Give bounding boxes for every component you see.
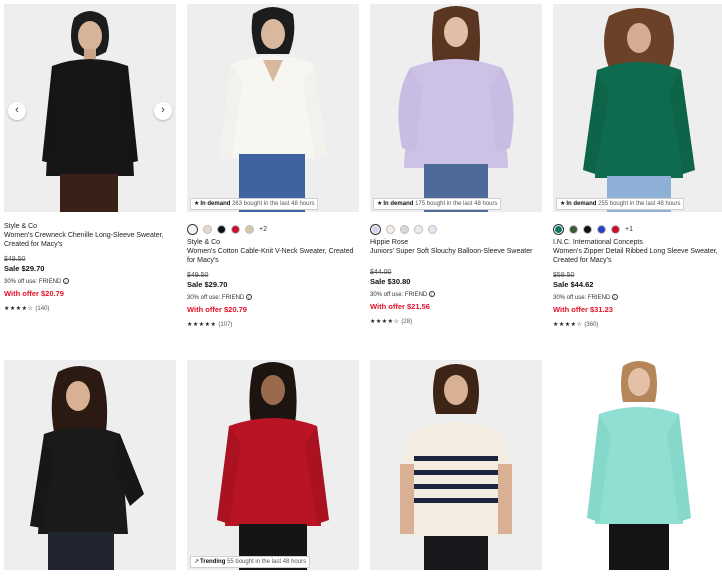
product-image[interactable]	[370, 360, 542, 570]
color-swatch[interactable]	[231, 224, 240, 234]
product-image[interactable]	[4, 360, 176, 570]
model-photo	[400, 364, 512, 570]
offer-price: With offer $20.79	[187, 305, 247, 314]
promo-text: 30% off use: FRIEND	[187, 295, 245, 301]
model-photo	[587, 361, 691, 570]
product-image[interactable]: ★In demand 255 bought in the last 48 hou…	[553, 4, 722, 212]
model-photo	[217, 362, 329, 570]
demand-icon: ★	[377, 201, 383, 207]
product-image[interactable]	[553, 360, 722, 570]
sale-price: Sale $29.70	[187, 280, 228, 289]
offer-price: With offer $20.79	[4, 289, 64, 298]
product-image[interactable]: ★In demand 263 bought in the last 48 hou…	[187, 4, 359, 212]
sale-price: Sale $30.80	[370, 277, 411, 286]
original-price: $49.50	[4, 256, 26, 263]
color-swatches	[370, 223, 437, 235]
product-name[interactable]: Women's Crewneck Chenille Long-Sleeve Sw…	[4, 231, 176, 249]
color-swatches: +2	[187, 223, 267, 235]
color-swatch[interactable]	[187, 223, 198, 235]
info-icon[interactable]: i	[245, 294, 252, 300]
review-count: (28)	[401, 319, 413, 325]
product-name[interactable]: Women's Zipper Detail Ribbed Long Sleeve…	[553, 247, 722, 265]
demand-icon: ★	[194, 201, 200, 207]
original-price: $44.00	[370, 269, 392, 276]
demand-badge: ★In demand 263 bought in the last 48 hou…	[190, 198, 319, 210]
product-brand[interactable]: Hippie Rose	[370, 238, 542, 247]
demand-badge: ★In demand 255 bought in the last 48 hou…	[556, 198, 685, 210]
color-swatch[interactable]	[611, 224, 620, 234]
original-price: $49.50	[187, 272, 209, 279]
review-count: (140)	[35, 306, 50, 312]
color-swatch[interactable]	[553, 223, 564, 235]
product-name[interactable]: Women's Cotton Cable-Knit V-Neck Sweater…	[187, 247, 359, 265]
color-swatch[interactable]	[569, 224, 578, 234]
product-image[interactable]: ★In demand 175 bought in the last 48 hou…	[370, 4, 542, 212]
model-photo	[30, 366, 144, 570]
color-swatch[interactable]	[428, 224, 437, 234]
offer-price: With offer $21.56	[370, 302, 430, 311]
info-icon[interactable]: i	[611, 294, 618, 300]
model-photo	[583, 8, 695, 212]
product-brand[interactable]: Style & Co	[4, 222, 176, 231]
demand-icon: ★	[560, 201, 566, 207]
model-photo	[398, 6, 514, 212]
product-image[interactable]: ↗Trending 55 bought in the last 48 hours	[187, 360, 359, 570]
color-swatches: +1	[553, 223, 633, 235]
model-photo	[219, 7, 327, 212]
product-brand[interactable]: I.N.C. International Concepts	[553, 238, 722, 247]
color-swatch[interactable]	[370, 223, 381, 235]
trending-icon: ↗	[194, 559, 200, 565]
color-swatch[interactable]	[414, 224, 423, 234]
rating[interactable]: ★★★★★ (107)	[187, 320, 359, 330]
promo-code: 30% off use: FRIEND i	[187, 294, 359, 303]
sale-price: Sale $44.62	[553, 280, 594, 289]
color-swatch[interactable]	[245, 224, 254, 234]
offer-price: With offer $31.23	[553, 305, 613, 314]
product-brand[interactable]: Style & Co	[187, 238, 359, 247]
original-price: $59.50	[553, 272, 575, 279]
prev-image-button[interactable]: ‹	[8, 102, 26, 120]
star-rating-icon: ★★★★★	[187, 321, 217, 328]
promo-text: 30% off use: FRIEND	[370, 292, 428, 298]
more-colors-link[interactable]: +2	[259, 226, 267, 233]
sale-price: Sale $29.70	[4, 264, 45, 273]
color-swatch[interactable]	[400, 224, 409, 234]
product-image[interactable]: ‹ ›	[4, 4, 176, 212]
rating[interactable]: ★★★★☆ (28)	[370, 317, 542, 327]
product-name[interactable]: Juniors' Super Soft Slouchy Balloon-Slee…	[370, 247, 542, 256]
promo-code: 30% off use: FRIEND i	[370, 291, 542, 300]
star-rating-icon: ★★★★☆	[370, 318, 400, 325]
promo-code: 30% off use: FRIEND i	[4, 278, 176, 287]
info-icon[interactable]: i	[62, 278, 69, 284]
rating[interactable]: ★★★★☆ (140)	[4, 304, 176, 314]
promo-code: 30% off use: FRIEND i	[553, 294, 722, 303]
review-count: (107)	[218, 322, 233, 328]
color-swatch[interactable]	[386, 224, 395, 234]
model-photo	[42, 11, 138, 212]
promo-text: 30% off use: FRIEND	[553, 295, 611, 301]
more-colors-link[interactable]: +1	[625, 226, 633, 233]
star-rating-icon: ★★★★☆	[553, 321, 583, 328]
next-image-button[interactable]: ›	[154, 102, 172, 120]
promo-text: 30% off use: FRIEND	[4, 279, 62, 285]
color-swatch[interactable]	[597, 224, 606, 234]
info-icon[interactable]: i	[428, 291, 435, 297]
color-swatch[interactable]	[203, 224, 212, 234]
demand-badge: ★In demand 175 bought in the last 48 hou…	[373, 198, 502, 210]
review-count: (360)	[584, 322, 599, 328]
color-swatch[interactable]	[217, 224, 226, 234]
rating[interactable]: ★★★★☆ (360)	[553, 320, 722, 330]
trending-badge: ↗Trending 55 bought in the last 48 hours	[190, 556, 311, 568]
color-swatch[interactable]	[583, 224, 592, 234]
star-rating-icon: ★★★★☆	[4, 305, 34, 312]
